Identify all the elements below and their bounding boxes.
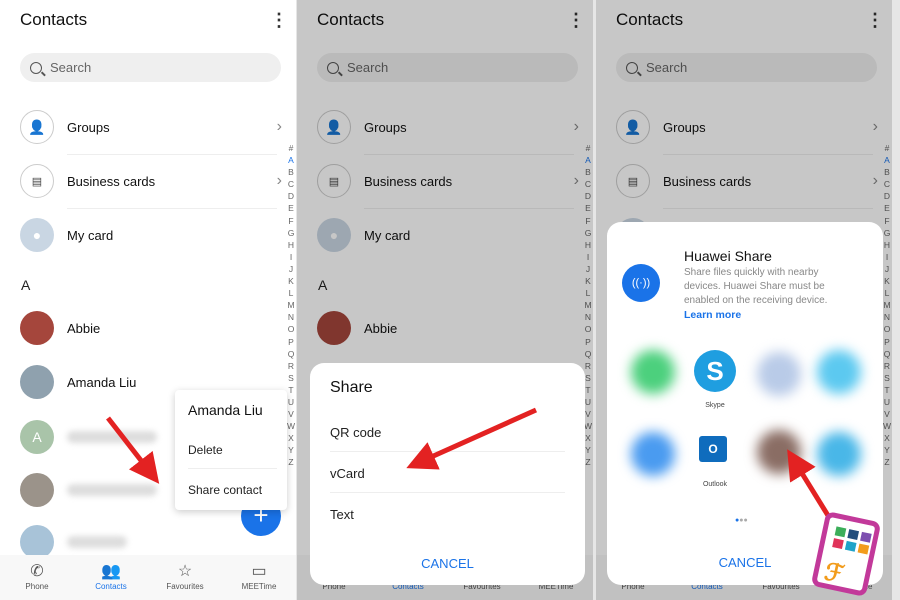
- annotation-arrows: [106, 407, 835, 524]
- red-arrow: [406, 407, 538, 470]
- red-arrow: [106, 416, 160, 484]
- red-arrow: [787, 449, 835, 524]
